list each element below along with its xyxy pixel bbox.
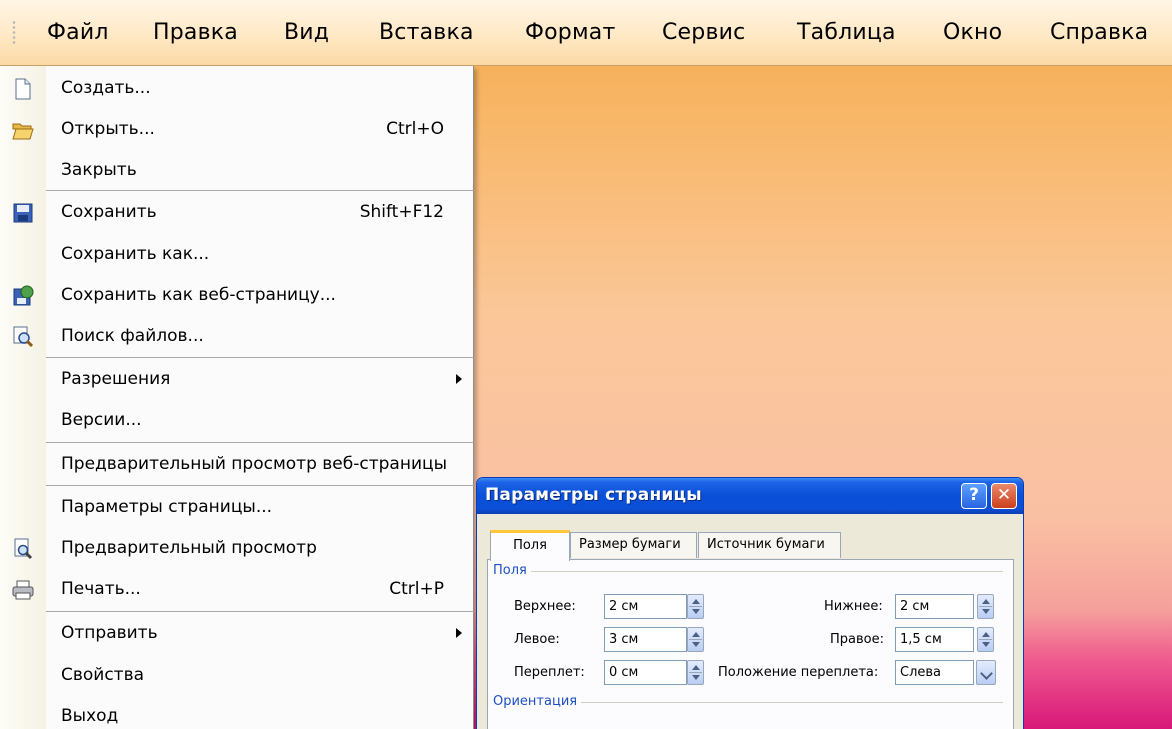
- tab-margins[interactable]: Поля: [490, 530, 570, 561]
- gutter-spinner[interactable]: [687, 660, 704, 685]
- menu-item-label: Версии...: [61, 410, 142, 430]
- group-divider: [528, 571, 1003, 572]
- menu-item-label: Сохранить: [61, 202, 157, 222]
- menu-item-file-search[interactable]: Поиск файлов...: [0, 316, 474, 357]
- shortcut-label: Ctrl+P: [389, 579, 444, 599]
- right-margin-label: Правое:: [830, 632, 884, 647]
- menu-item-close[interactable]: Закрыть: [0, 150, 474, 191]
- toolbar-grip[interactable]: [12, 20, 16, 46]
- menu-item-exit[interactable]: Выход: [0, 696, 474, 729]
- menu-tools[interactable]: Сервис: [662, 16, 745, 50]
- menu-help[interactable]: Справка: [1050, 16, 1148, 50]
- menu-file[interactable]: Файл: [47, 16, 109, 50]
- page-setup-dialog: Параметры страницы ? ✕ Поля Размер бумаг…: [476, 477, 1024, 729]
- shortcut-label: Ctrl+O: [386, 119, 444, 139]
- save-disk-icon: [13, 203, 33, 223]
- menu-separator: [46, 442, 474, 443]
- right-margin-field[interactable]: 1,5 см: [895, 627, 974, 652]
- menu-window[interactable]: Окно: [943, 16, 1002, 50]
- submenu-arrow-icon: [456, 374, 462, 384]
- menu-view[interactable]: Вид: [284, 16, 329, 50]
- menu-item-properties[interactable]: Свойства: [0, 655, 474, 696]
- menu-item-print[interactable]: Печать... Ctrl+P: [0, 569, 474, 610]
- print-preview-icon: [14, 538, 33, 560]
- menu-item-save-as-web[interactable]: Сохранить как веб-страницу...: [0, 275, 474, 316]
- margins-tab-panel: Поля Верхнее: 2 см Нижнее: 2 см Левое: 3…: [487, 559, 1014, 729]
- menu-item-label: Параметры страницы...: [61, 497, 273, 517]
- menu-item-open[interactable]: Открыть... Ctrl+O: [0, 109, 474, 150]
- orientation-group-title: Ориентация: [493, 694, 582, 709]
- menu-item-web-preview[interactable]: Предварительный просмотр веб-страницы: [0, 444, 474, 485]
- submenu-arrow-icon: [456, 628, 462, 638]
- printer-icon: [12, 580, 34, 600]
- file-menu-dropdown: Создать... Открыть... Ctrl+O Закрыть Сох…: [0, 66, 474, 729]
- save-web-page-icon: [13, 285, 34, 306]
- tab-paper-source[interactable]: Источник бумаги: [698, 532, 841, 558]
- menu-separator: [46, 190, 474, 191]
- gutter-label: Переплет:: [514, 665, 585, 680]
- help-button[interactable]: ?: [961, 483, 987, 509]
- menu-item-new[interactable]: Создать...: [0, 68, 474, 109]
- new-document-icon: [15, 78, 31, 100]
- menu-item-label: Открыть...: [61, 119, 155, 139]
- left-margin-label: Левое:: [514, 632, 560, 647]
- menu-item-label: Выход: [61, 706, 119, 726]
- menu-separator: [46, 611, 474, 612]
- menu-item-page-setup[interactable]: Параметры страницы...: [0, 487, 474, 528]
- margins-group-title: Поля: [493, 563, 531, 578]
- dialog-title: Параметры страницы: [485, 485, 702, 505]
- menu-item-label: Закрыть: [61, 160, 137, 180]
- bottom-margin-label: Нижнее:: [824, 599, 883, 614]
- menu-item-save-as[interactable]: Сохранить как...: [0, 234, 474, 275]
- menu-item-send-to[interactable]: Отправить: [0, 613, 474, 654]
- chevron-down-icon[interactable]: [976, 660, 996, 685]
- menu-item-label: Разрешения: [61, 369, 171, 389]
- menu-insert[interactable]: Вставка: [379, 16, 474, 50]
- menu-bar: Файл Правка Вид Вставка Формат Сервис Та…: [0, 0, 1172, 66]
- tab-paper-size[interactable]: Размер бумаги: [570, 532, 697, 558]
- menu-edit[interactable]: Правка: [153, 16, 238, 50]
- bottom-margin-spinner[interactable]: [977, 594, 994, 619]
- right-margin-spinner[interactable]: [977, 627, 994, 652]
- dialog-titlebar[interactable]: Параметры страницы ? ✕: [477, 478, 1023, 514]
- menu-separator: [46, 357, 474, 358]
- group-divider: [570, 702, 1003, 703]
- menu-item-label: Сохранить как веб-страницу...: [61, 285, 336, 305]
- close-button[interactable]: ✕: [991, 483, 1017, 509]
- shortcut-label: Shift+F12: [359, 202, 444, 222]
- menu-item-label: Отправить: [61, 623, 158, 643]
- gutter-position-select[interactable]: Слева: [895, 660, 974, 685]
- top-margin-label: Верхнее:: [514, 599, 576, 614]
- top-margin-field[interactable]: 2 см: [604, 594, 687, 619]
- menu-item-versions[interactable]: Версии...: [0, 400, 474, 441]
- menu-item-label: Предварительный просмотр: [61, 538, 317, 558]
- menu-item-save[interactable]: Сохранить Shift+F12: [0, 192, 474, 233]
- menu-item-label: Сохранить как...: [61, 244, 210, 264]
- menu-separator: [46, 485, 474, 486]
- menu-item-label: Предварительный просмотр веб-страницы: [61, 454, 447, 474]
- bottom-margin-field[interactable]: 2 см: [895, 594, 974, 619]
- file-search-icon: [13, 326, 34, 348]
- top-margin-spinner[interactable]: [687, 594, 704, 619]
- menu-item-label: Поиск файлов...: [61, 326, 204, 346]
- open-folder-icon: [12, 123, 34, 140]
- menu-item-permissions[interactable]: Разрешения: [0, 359, 474, 400]
- menu-item-print-preview[interactable]: Предварительный просмотр: [0, 528, 474, 569]
- menu-item-label: Печать...: [61, 579, 141, 599]
- menu-table[interactable]: Таблица: [797, 16, 896, 50]
- left-margin-spinner[interactable]: [687, 627, 704, 652]
- left-margin-field[interactable]: 3 см: [604, 627, 687, 652]
- menu-item-label: Свойства: [61, 665, 145, 685]
- gutter-position-label: Положение переплета:: [718, 665, 879, 680]
- menu-format[interactable]: Формат: [525, 16, 615, 50]
- gutter-field[interactable]: 0 см: [604, 660, 687, 685]
- menu-item-label: Создать...: [61, 78, 151, 98]
